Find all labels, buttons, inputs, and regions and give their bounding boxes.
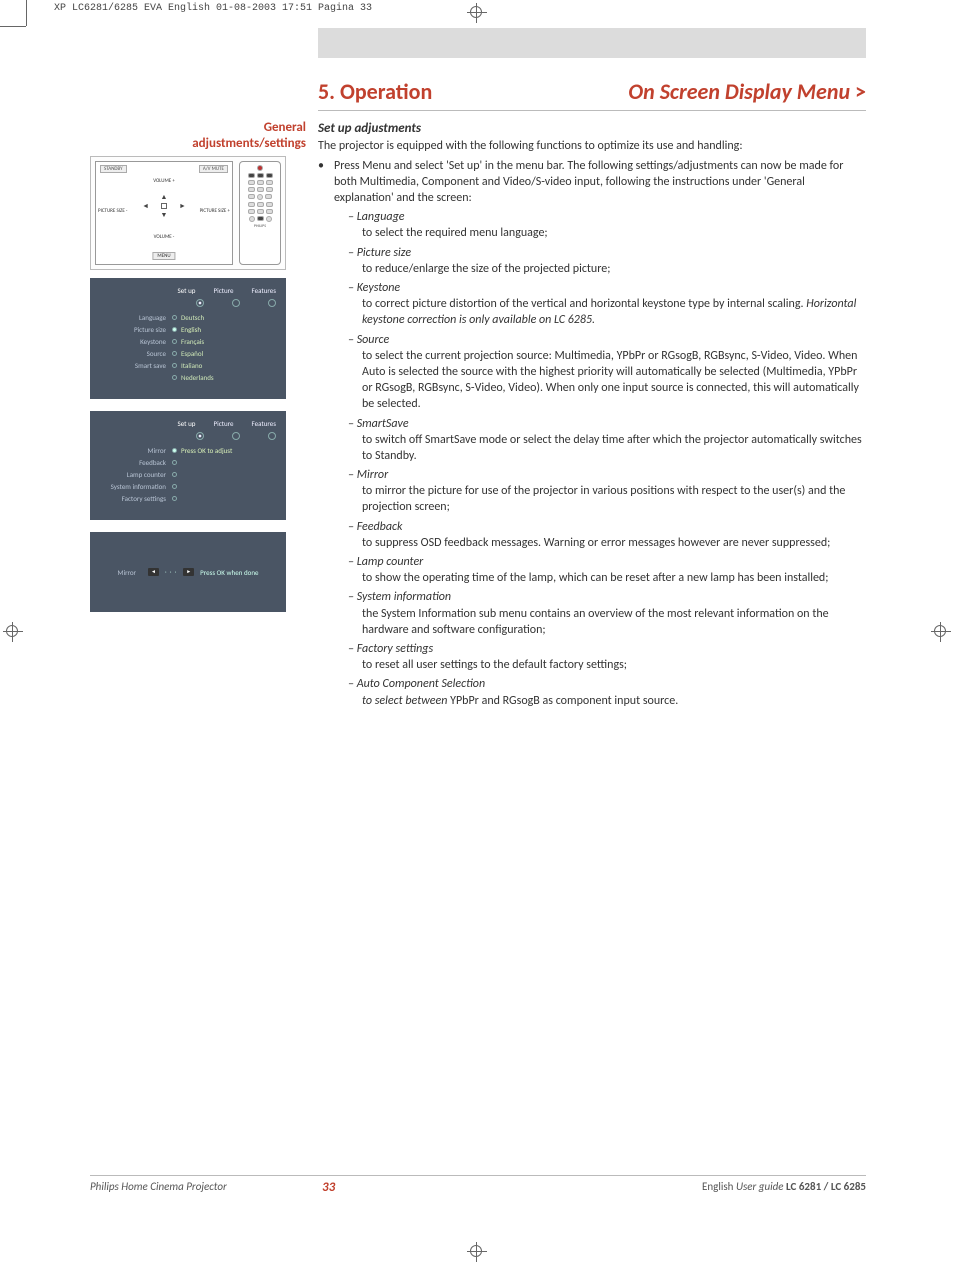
registration-mark [931, 622, 951, 642]
arrow-left-icon: ◄ [142, 201, 149, 210]
printer-header: XP LC6281/6285 EVA English 01-08-2003 17… [54, 3, 372, 14]
registration-mark [467, 3, 487, 23]
figure-osd-mirror-list: Set up Picture Features Mirror Press OK t… [90, 411, 286, 520]
avmute-button-label: A/V MUTE [199, 165, 228, 173]
osd-value: Français [181, 337, 204, 346]
sidebar-heading: General adjustments/settings [90, 120, 306, 151]
osd-item: Feedback [100, 458, 172, 467]
page-number: 33 [322, 1180, 335, 1195]
figure-osd-language: Set up Picture Features LanguageDeutsch … [90, 278, 286, 399]
crop-mark [26, 0, 27, 26]
registration-mark [3, 622, 23, 642]
osd-value: Nederlands [181, 373, 214, 382]
setting-desc: to select between YPbPr and RGsogB as co… [362, 693, 866, 709]
setting-name-picture-size: – Picture size [348, 245, 866, 261]
figure-osd-mirror-adjust: Mirror ◄ · · · ► Press OK when done [90, 532, 286, 612]
setting-name-system-information: – System information [348, 589, 866, 605]
setting-name-language: – Language [348, 209, 866, 225]
setting-desc: to switch off SmartSave mode or select t… [362, 432, 866, 464]
osd-ring-icon [268, 299, 276, 307]
registration-mark [467, 1242, 487, 1262]
osd-tab-features: Features [252, 419, 276, 428]
setting-name-auto-component: – Auto Component Selection [348, 676, 866, 692]
setting-desc: to reset all user settings to the defaul… [362, 657, 866, 673]
header-bar [318, 28, 866, 58]
osd-ring-icon [232, 432, 240, 440]
setting-desc: to reduce/enlarge the size of the projec… [362, 261, 866, 277]
bullet-icon: • [318, 158, 334, 207]
sidebar-figures: STANDBY A/V MUTE VOLUME + PICTURE SIZE -… [90, 156, 286, 624]
osd-item: Language [100, 313, 172, 322]
osd-value: Español [181, 349, 203, 358]
ok-button [161, 203, 167, 209]
arrow-right-icon: ► [179, 201, 186, 210]
osd-item: Factory settings [100, 494, 172, 503]
remote-power-icon [257, 165, 263, 171]
osd-item: Lamp counter [100, 470, 172, 479]
setting-desc: to show the operating time of the lamp, … [362, 570, 866, 586]
arrow-up-icon: ▲ [161, 192, 168, 201]
setting-desc: to mirror the picture for use of the pro… [362, 483, 866, 515]
setting-name-mirror: – Mirror [348, 467, 866, 483]
setting-desc: to select the current projection source:… [362, 348, 866, 413]
page-footer: Philips Home Cinema Projector 33 English… [90, 1175, 866, 1193]
osd-item: Source [100, 349, 172, 358]
osd-tab-picture: Picture [213, 286, 233, 295]
subheading-setup: Set up adjustments [318, 120, 866, 138]
setting-desc: to select the required menu language; [362, 225, 866, 241]
osd-ring-icon [268, 432, 276, 440]
osd-ring-icon [232, 299, 240, 307]
section-header: 5. Operation On Screen Display Menu > [318, 78, 866, 111]
volume-plus-label: VOLUME + [96, 178, 232, 184]
setting-name-smartsave: – SmartSave [348, 416, 866, 432]
setting-desc: to correct picture distortion of the ver… [362, 296, 866, 328]
arrow-left-icon: ◄ [148, 568, 159, 576]
osd-tab-setup: Set up [178, 286, 196, 295]
osd-item: Picture size [100, 325, 172, 334]
setting-name-factory-settings: – Factory settings [348, 641, 866, 657]
osd-tab-picture: Picture [213, 419, 233, 428]
osd-item: Keystone [100, 337, 172, 346]
footer-left: Philips Home Cinema Projector [90, 1180, 227, 1193]
volume-minus-label: VOLUME - [96, 234, 232, 240]
osd-item: System information [100, 482, 172, 491]
footer-right: English User guide LC 6281 / LC 6285 [702, 1180, 866, 1193]
osd-mirror-label: Mirror [118, 568, 137, 577]
osd-value: English [181, 325, 201, 334]
osd-ring-icon [196, 432, 204, 440]
osd-item: Smart save [100, 361, 172, 370]
control-panel: STANDBY A/V MUTE VOLUME + PICTURE SIZE -… [95, 161, 233, 265]
crop-mark [0, 26, 26, 27]
osd-value: Italiano [181, 361, 202, 370]
setting-desc: the System Information sub menu contains… [362, 606, 866, 638]
osd-ring-icon [196, 299, 204, 307]
arrow-down-icon: ▼ [161, 210, 168, 219]
arrow-right-icon: ► [183, 568, 194, 576]
standby-button-label: STANDBY [100, 165, 127, 173]
osd-item: Mirror [100, 446, 172, 455]
osd-tab-features: Features [252, 286, 276, 295]
setting-name-keystone: – Keystone [348, 280, 866, 296]
section-title: On Screen Display Menu > [628, 78, 866, 105]
bullet-text: Press Menu and select 'Set up' in the me… [334, 158, 866, 207]
remote-brand: PHILIPS [254, 224, 266, 229]
section-number: 5. Operation [318, 78, 432, 105]
menu-button-label: MENU [152, 252, 175, 260]
intro-text: The projector is equipped with the follo… [318, 138, 866, 154]
figure-control-panel: STANDBY A/V MUTE VOLUME + PICTURE SIZE -… [90, 156, 286, 270]
setting-desc: to suppress OSD feedback messages. Warni… [362, 535, 866, 551]
osd-hint: Press OK when done [200, 568, 258, 577]
setting-name-source: – Source [348, 332, 866, 348]
osd-value: Deutsch [181, 313, 204, 322]
setting-name-feedback: – Feedback [348, 519, 866, 535]
osd-value: Press OK to adjust [181, 446, 232, 455]
main-content: Set up adjustments The projector is equi… [318, 120, 866, 709]
osd-tab-setup: Set up [178, 419, 196, 428]
setting-name-lamp-counter: – Lamp counter [348, 554, 866, 570]
remote-control: PHILIPS [239, 161, 281, 265]
